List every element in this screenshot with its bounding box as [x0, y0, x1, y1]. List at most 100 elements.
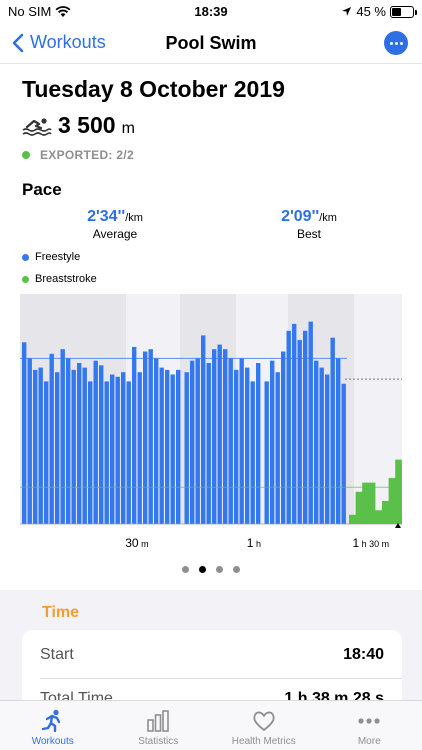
average-pace-stat: 2'34''/km Average — [50, 208, 180, 241]
export-status-dot — [22, 151, 30, 159]
best-pace-unit: /km — [319, 212, 337, 224]
time-card: Start 18:40 Total Time 1 h 38 m 28 s — [22, 630, 402, 702]
freestyle-bar — [126, 381, 131, 524]
best-pace-value: 2'09'' — [281, 208, 320, 225]
tab-health-metrics[interactable]: Health Metrics — [211, 701, 317, 750]
freestyle-bar — [55, 372, 60, 524]
swimmer-icon — [22, 117, 52, 136]
freestyle-bar — [82, 367, 87, 524]
freestyle-bar — [93, 360, 98, 524]
freestyle-bar — [308, 321, 313, 524]
chart-pager[interactable] — [0, 566, 422, 573]
freestyle-bar — [256, 363, 261, 524]
freestyle-bar — [44, 381, 49, 524]
tab-bar: Workouts Statistics Health Metrics More — [0, 700, 422, 750]
dot — [389, 41, 393, 45]
freestyle-bar — [228, 358, 233, 524]
x-tick-label: 1 h 30 m — [352, 536, 389, 550]
legend-freestyle-dot — [22, 253, 29, 261]
freestyle-bar — [176, 369, 181, 524]
freestyle-bar — [88, 381, 93, 524]
ellipsis-icon — [358, 718, 380, 724]
freestyle-bar — [159, 367, 164, 524]
freestyle-bar — [292, 323, 297, 524]
freestyle-bar — [264, 381, 269, 524]
runner-icon — [41, 709, 60, 733]
freestyle-bar — [281, 351, 286, 524]
best-pace-stat: 2'09''/km Best — [244, 208, 374, 241]
freestyle-bar — [223, 349, 228, 524]
pace-chart-svg: 30 m 1 h 1 h 30 m — [20, 294, 422, 550]
status-bar: No SIM 18:39 45 % — [0, 0, 422, 24]
freestyle-bar — [303, 330, 308, 524]
workout-date: Tuesday 8 October 2019 — [22, 76, 285, 102]
freestyle-bar — [110, 374, 115, 524]
freestyle-bar — [154, 358, 159, 524]
freestyle-bar — [38, 367, 43, 524]
time-section-title: Time — [42, 604, 80, 621]
freestyle-bar — [49, 353, 54, 524]
start-row: Start 18:40 — [40, 646, 384, 664]
freestyle-bar — [270, 360, 275, 524]
time-section: Time Start 18:40 Total Time 1 h 38 m 28 … — [0, 590, 422, 702]
freestyle-bar — [341, 383, 346, 524]
start-label: Start — [40, 646, 74, 663]
freestyle-bar — [165, 369, 170, 524]
freestyle-bar — [336, 358, 341, 524]
tab-workouts[interactable]: Workouts — [0, 701, 106, 750]
tab-health-metrics-label: Health Metrics — [231, 736, 296, 747]
freestyle-bar — [60, 349, 65, 524]
distance-row: 3 500 m — [22, 112, 135, 139]
freestyle-bar — [184, 372, 189, 524]
pager-dot[interactable] — [199, 566, 206, 573]
freestyle-bar — [66, 358, 71, 524]
freestyle-bar — [148, 349, 153, 524]
freestyle-bar — [190, 360, 195, 524]
freestyle-bar — [297, 340, 302, 524]
distance-value: 3 500 — [58, 112, 116, 138]
freestyle-bar — [170, 374, 175, 524]
pace-chart[interactable]: 30 m 1 h 1 h 30 m — [20, 294, 422, 556]
freestyle-bar — [250, 381, 255, 524]
more-options-button[interactable] — [384, 31, 408, 55]
average-pace-label: Average — [92, 227, 138, 241]
legend-breaststroke: Breaststroke — [22, 273, 97, 285]
tab-more-label: More — [357, 736, 381, 747]
export-status-label: EXPORTED: 2/2 — [40, 148, 134, 162]
distance-unit: m — [121, 120, 135, 137]
navigation-bar: Workouts Pool Swim — [0, 24, 422, 64]
pager-dot[interactable] — [233, 566, 240, 573]
export-status: EXPORTED: 2/2 — [22, 148, 134, 162]
pager-dot[interactable] — [216, 566, 223, 573]
freestyle-bar — [330, 337, 335, 524]
freestyle-bar — [143, 351, 148, 524]
freestyle-bar — [201, 335, 206, 524]
freestyle-bar — [121, 372, 126, 524]
battery-percent: 45 % — [356, 4, 386, 19]
freestyle-bar — [132, 346, 137, 524]
x-tick-value: 30 — [125, 536, 139, 550]
freestyle-bar — [212, 349, 217, 524]
dot — [399, 41, 403, 45]
freestyle-bar — [27, 358, 32, 524]
pager-dot[interactable] — [182, 566, 189, 573]
freestyle-bar — [314, 360, 319, 524]
freestyle-bar — [195, 358, 200, 524]
freestyle-bar — [286, 330, 291, 524]
freestyle-bar — [104, 381, 109, 524]
freestyle-bar — [33, 369, 38, 524]
tab-statistics[interactable]: Statistics — [106, 701, 212, 750]
freestyle-bar — [22, 342, 27, 524]
freestyle-bar — [217, 344, 222, 524]
freestyle-bar — [234, 369, 239, 524]
average-pace-unit: /km — [125, 212, 143, 224]
x-tick-unit: h 30 m — [359, 539, 389, 549]
card-divider — [40, 678, 402, 679]
x-tick-unit: h — [253, 539, 261, 549]
tab-more[interactable]: More — [317, 701, 422, 750]
freestyle-bar — [137, 372, 142, 524]
x-tick-label: 1 h — [247, 536, 261, 550]
heart-icon — [253, 711, 275, 731]
freestyle-bar — [206, 363, 211, 524]
nav-title: Pool Swim — [165, 33, 257, 53]
